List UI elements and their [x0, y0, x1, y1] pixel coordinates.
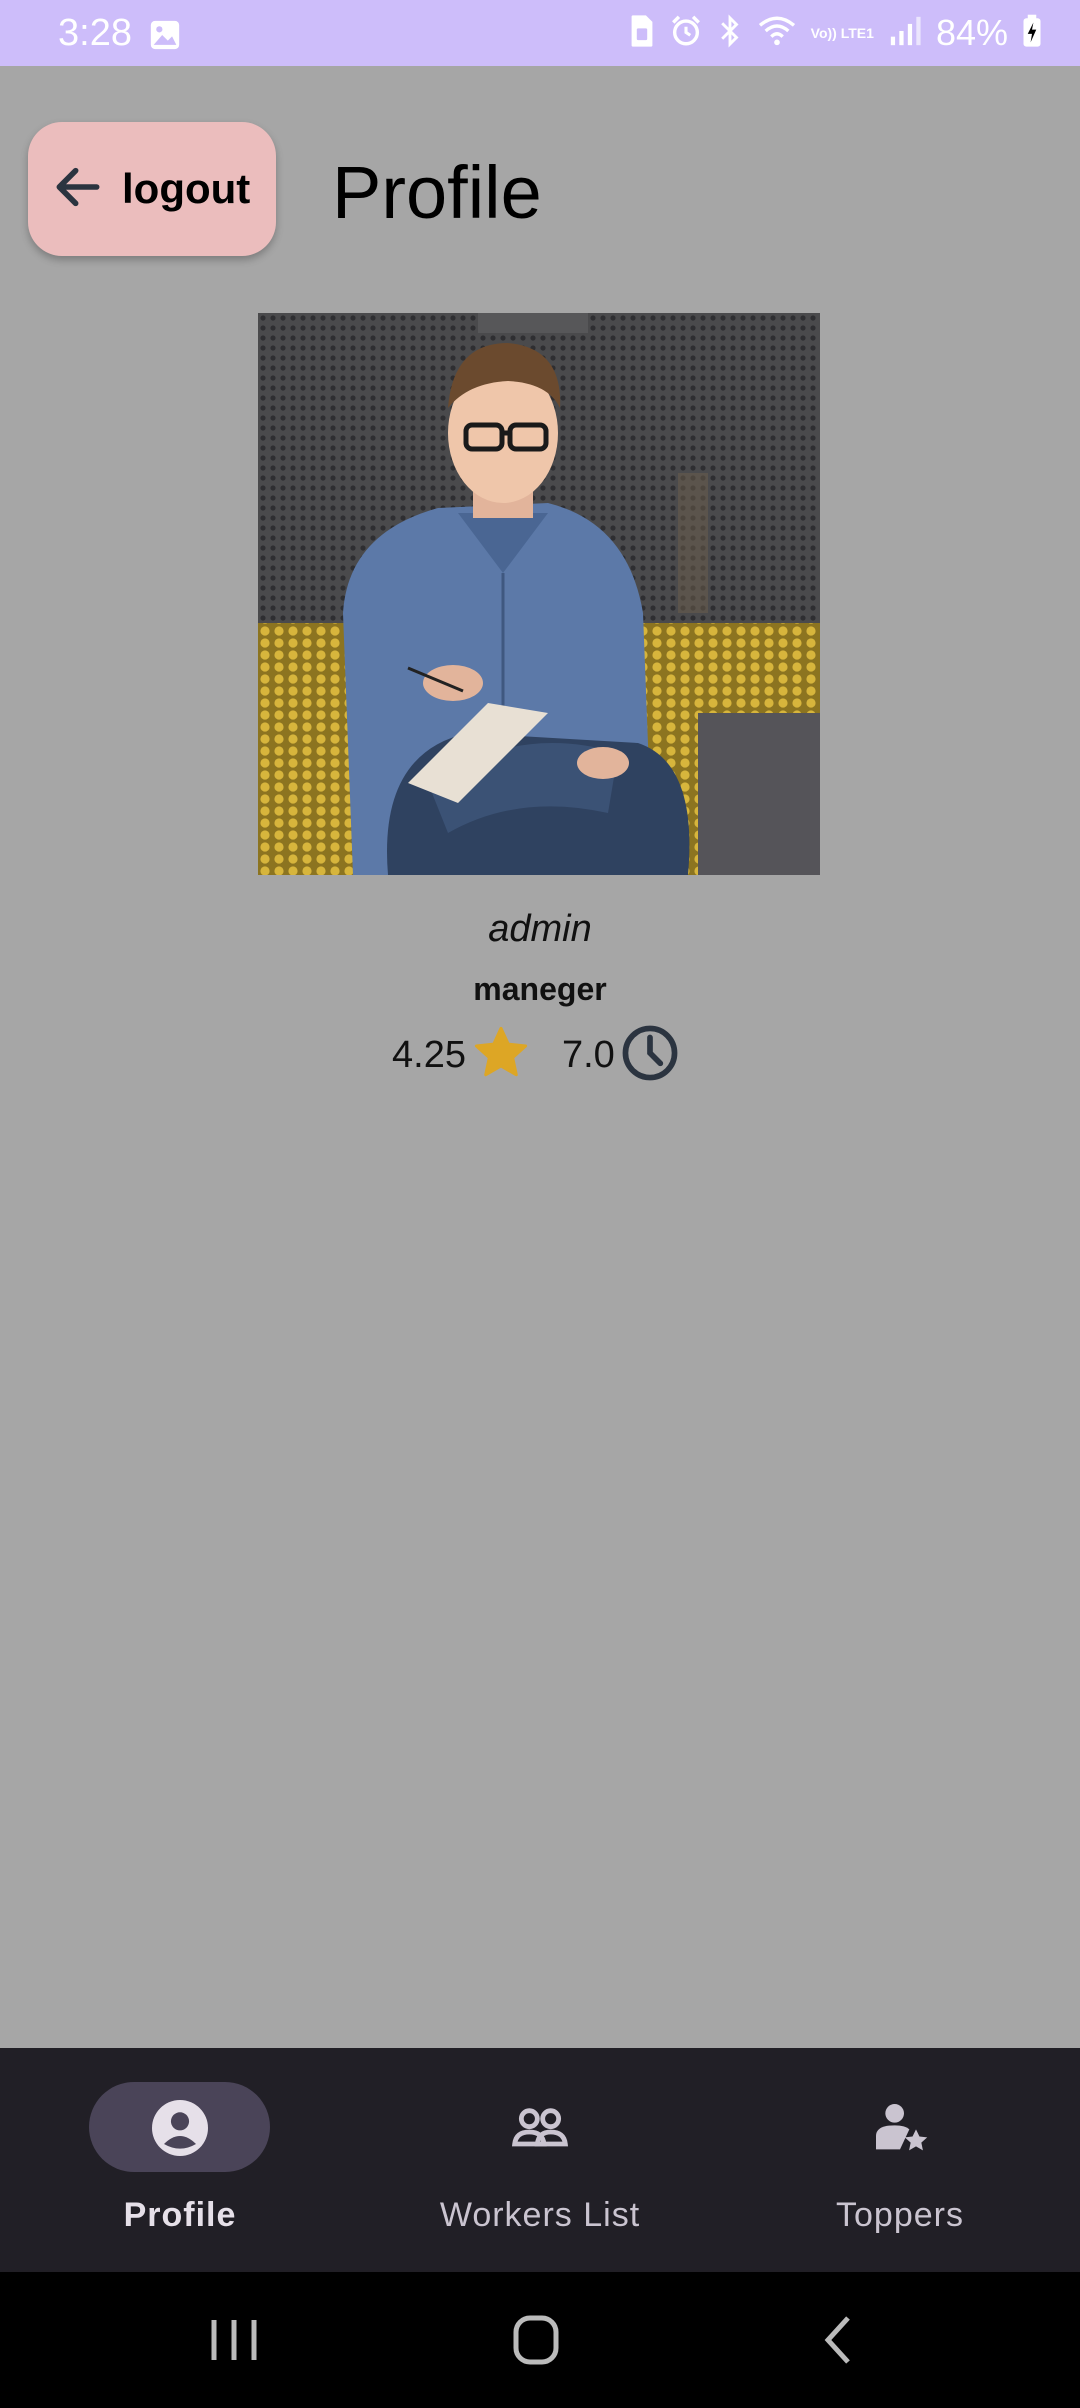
person-star-icon — [868, 2096, 932, 2160]
profile-name: admin — [488, 908, 592, 950]
nav-item-workers-list[interactable]: Workers List — [360, 2048, 720, 2272]
alarm-icon — [669, 14, 703, 53]
back-button[interactable] — [818, 2312, 858, 2373]
gallery-icon — [148, 18, 182, 57]
battery-percent: 84% — [935, 12, 1008, 53]
bottom-nav: Profile Workers List Toppers — [0, 2048, 1080, 2272]
profile-role: maneger — [473, 971, 607, 1007]
profile-photo — [258, 313, 820, 875]
bluetooth-icon — [717, 14, 743, 53]
system-nav-bar — [0, 2272, 1080, 2408]
clock-icon — [619, 1022, 681, 1089]
star-icon — [470, 1022, 532, 1089]
wifi-icon — [757, 14, 797, 53]
nav-label-workers-list: Workers List — [439, 2196, 641, 2234]
page-title: Profile — [332, 151, 542, 234]
battery-charging-icon — [1022, 14, 1042, 53]
group-icon — [508, 2096, 572, 2160]
arrow-back-icon — [50, 159, 106, 220]
home-button[interactable] — [510, 2312, 562, 2373]
logout-label: logout — [122, 165, 251, 212]
nav-item-profile[interactable]: Profile — [0, 2048, 360, 2272]
nav-item-toppers[interactable]: Toppers — [720, 2048, 1080, 2272]
status-icons: Vo)) LTE1 84% — [629, 10, 1042, 56]
sim-icon — [629, 14, 655, 53]
account-circle-icon — [148, 2096, 212, 2160]
status-time: 3:28 — [58, 12, 132, 54]
signal-icon — [888, 14, 922, 53]
rating-value: 4.25 — [392, 1033, 466, 1076]
stats-row: 4.25 7.0 — [392, 1020, 681, 1090]
hours-value: 7.0 — [561, 1033, 615, 1076]
nav-label-toppers: Toppers — [836, 2196, 964, 2234]
status-bar: 3:28 Vo)) LTE1 84% — [0, 0, 1080, 66]
recent-apps-button[interactable] — [204, 2314, 264, 2371]
logout-button[interactable]: logout — [28, 122, 276, 256]
network-label: Vo)) LTE1 — [810, 25, 874, 41]
nav-label-profile: Profile — [123, 2196, 237, 2234]
